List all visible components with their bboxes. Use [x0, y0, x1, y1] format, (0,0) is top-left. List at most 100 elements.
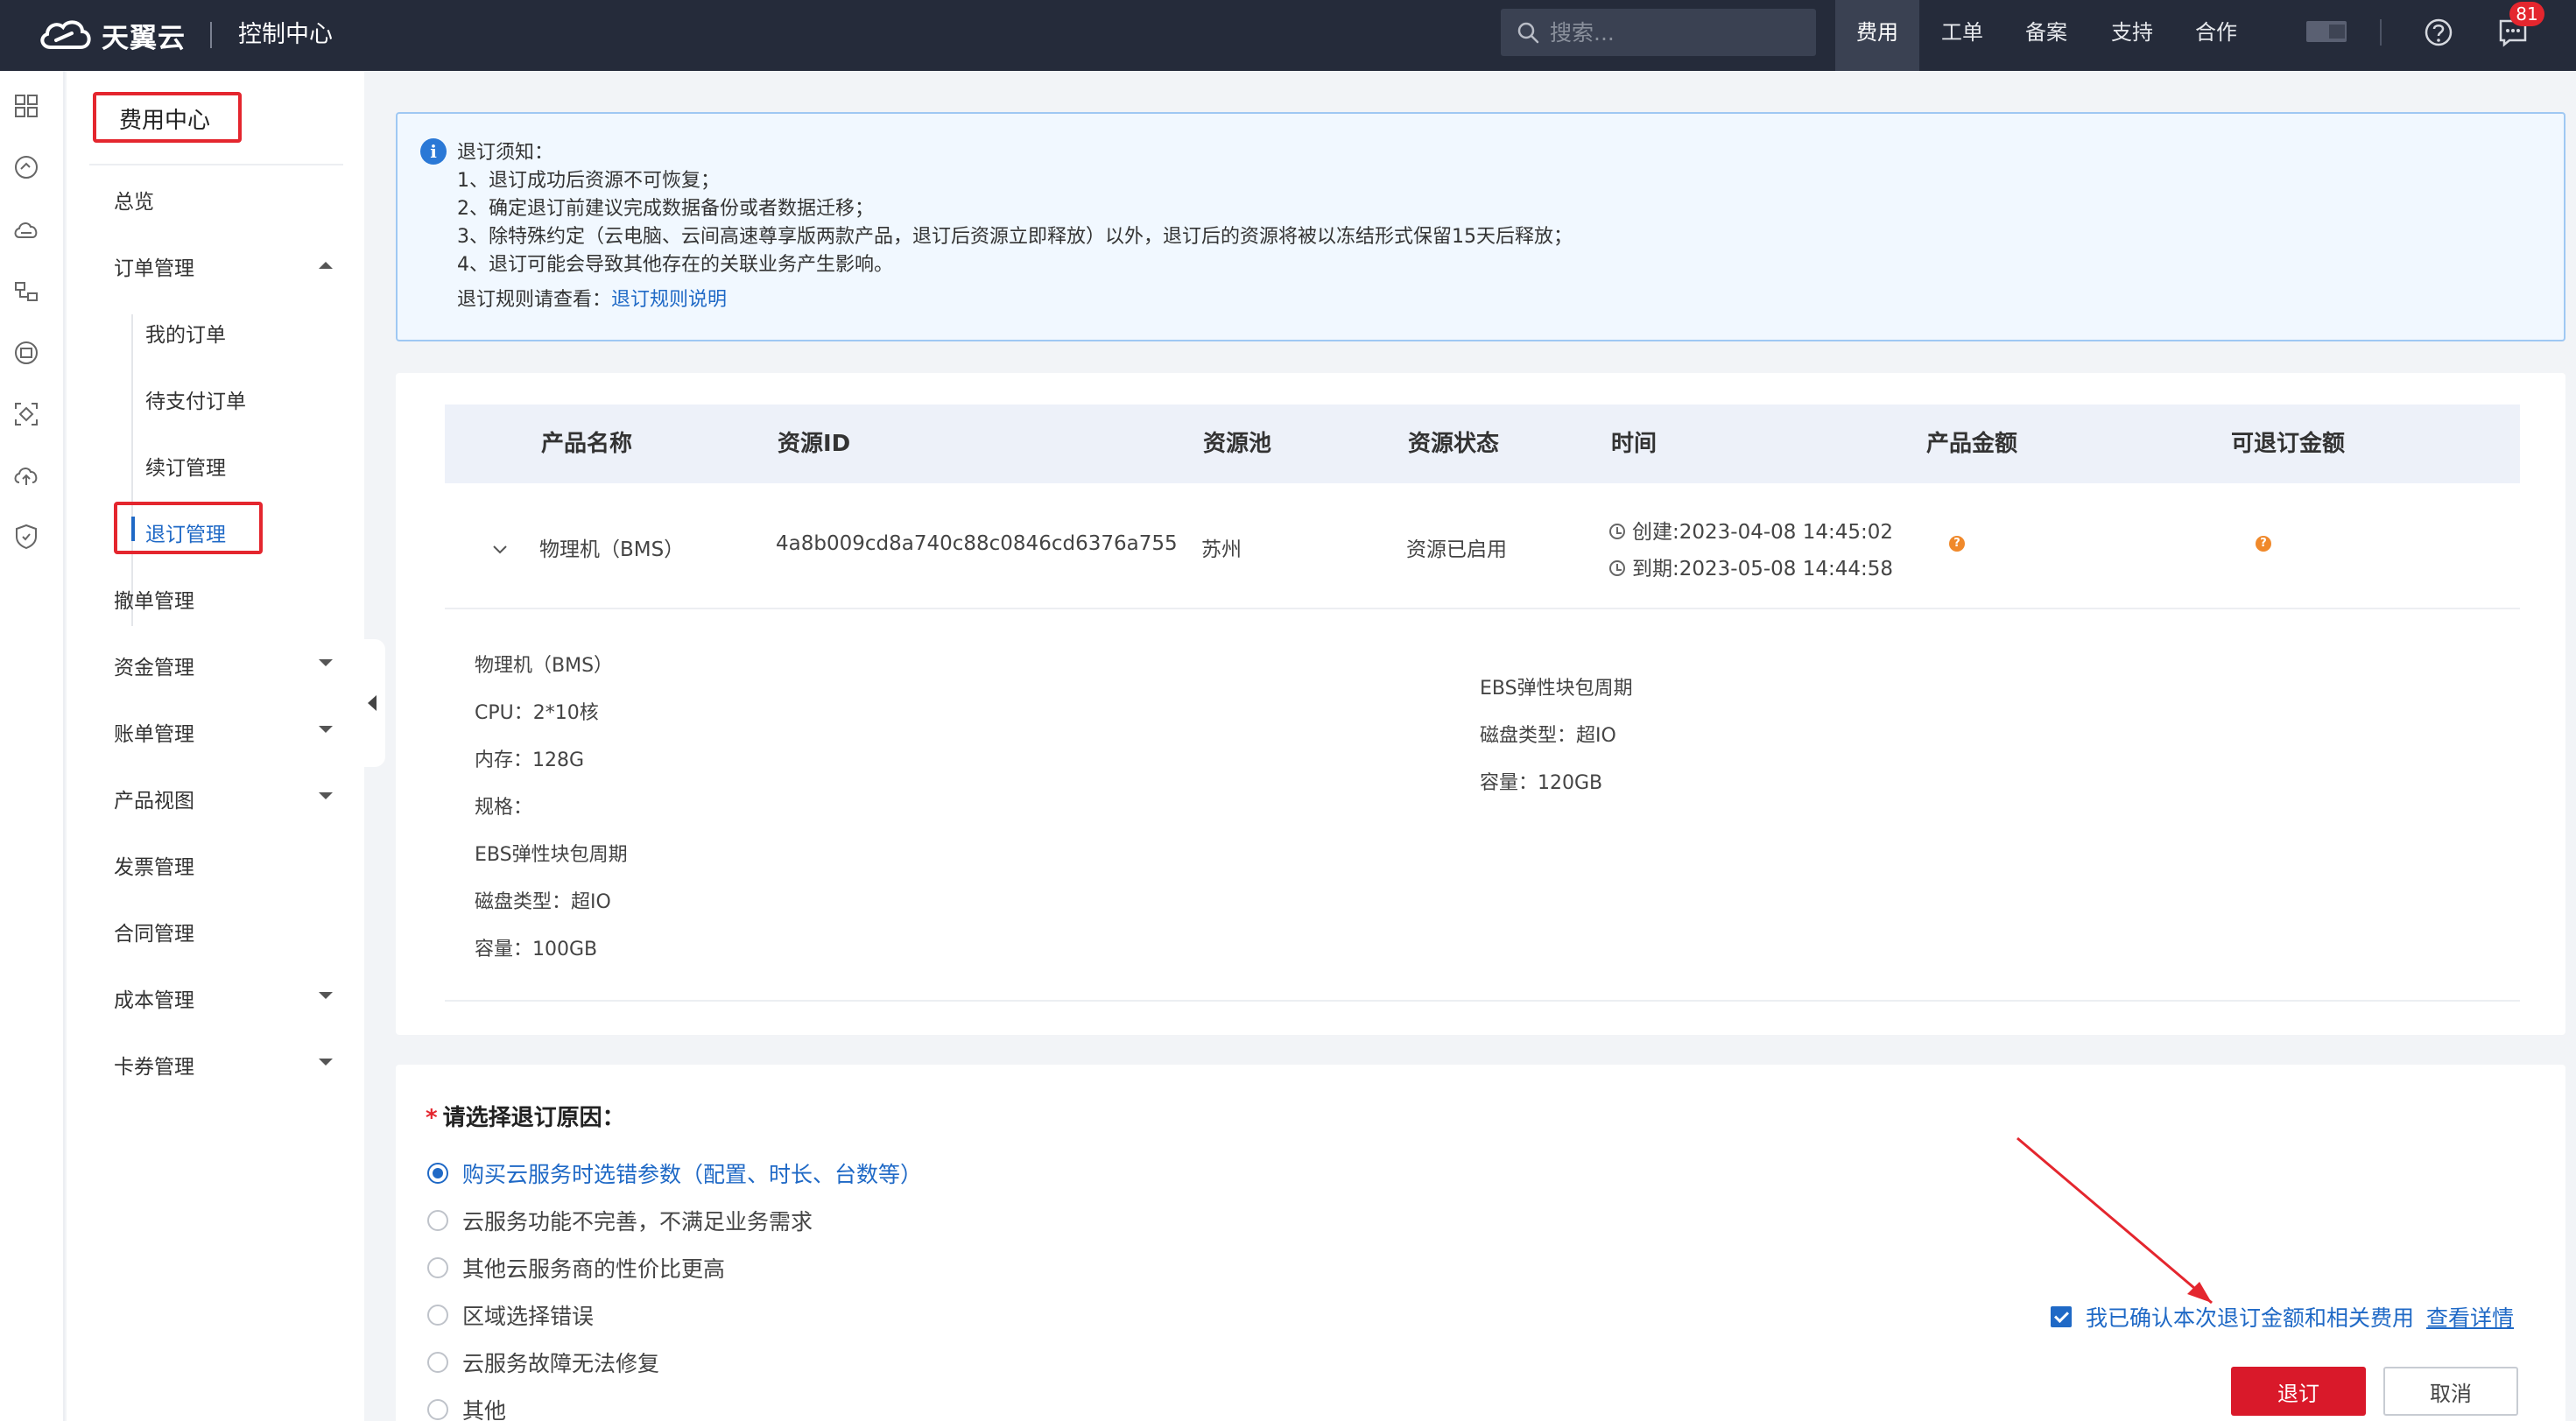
reason-option-label: 其他云服务商的性价比更高 — [462, 1256, 726, 1282]
column-header-product: 产品名称 — [541, 431, 633, 457]
search-input[interactable] — [1550, 19, 1795, 46]
chevron-down-icon[interactable] — [319, 992, 333, 999]
view-details-link[interactable]: 查看详情 — [2426, 1301, 2514, 1333]
cancel-button[interactable]: 取消 — [2383, 1367, 2518, 1416]
sidebar-item-overview[interactable]: 总览 — [114, 185, 154, 215]
sidebar-divider — [89, 164, 343, 165]
refundable-help-icon[interactable]: ? — [2256, 536, 2271, 552]
nav-tickets[interactable]: 工单 — [1923, 0, 2002, 71]
brand-logo[interactable]: 天翼云 — [37, 12, 212, 58]
submenu-guide-line — [131, 314, 133, 626]
reason-option[interactable]: 其他云服务商的性价比更高 — [427, 1252, 725, 1284]
confirm-text[interactable]: 我已确认本次退订金额和相关费用 — [2086, 1301, 2414, 1333]
row-divider — [445, 1000, 2520, 1002]
grid-icon[interactable] — [12, 92, 40, 120]
detail-item: 物理机（BMS） — [475, 655, 614, 677]
resource-table-panel: 产品名称 资源ID 资源池 资源状态 时间 产品金额 可退订金额 物理机（BMS… — [396, 373, 2565, 1035]
sidebar-item-orders[interactable]: 订单管理 — [114, 251, 194, 281]
global-search[interactable] — [1501, 9, 1816, 56]
cloud-storage-icon[interactable] — [12, 216, 40, 244]
radio-checked[interactable] — [427, 1163, 448, 1184]
network-icon[interactable] — [12, 278, 40, 306]
sidebar-item-funds[interactable]: 资金管理 — [114, 651, 194, 680]
sidebar-item-contracts[interactable]: 合同管理 — [114, 917, 194, 946]
scan-icon[interactable] — [12, 400, 40, 428]
nav-divider — [2380, 19, 2382, 46]
chevron-down-icon[interactable] — [319, 659, 333, 666]
detail-item: 磁盘类型：超IO — [475, 891, 611, 913]
sidebar-item-invoices[interactable]: 发票管理 — [114, 850, 194, 880]
user-avatar[interactable] — [2306, 21, 2347, 42]
active-indicator — [131, 517, 135, 541]
reason-option-label: 其他 — [462, 1398, 507, 1421]
unsubscribe-button[interactable]: 退订 — [2231, 1367, 2366, 1416]
radio[interactable] — [427, 1305, 448, 1326]
detail-item: 容量：100GB — [475, 939, 598, 960]
shield-icon[interactable] — [12, 523, 40, 551]
chevron-down-icon[interactable] — [319, 726, 333, 733]
sidebar-item-coupons[interactable]: 卡券管理 — [114, 1050, 194, 1080]
nav-partners[interactable]: 合作 — [2177, 0, 2256, 71]
nav-support[interactable]: 支持 — [2093, 0, 2171, 71]
nav-filing[interactable]: 备案 — [2007, 0, 2086, 71]
dashboard-icon[interactable] — [12, 153, 40, 181]
reason-option[interactable]: 云服务功能不完善，不满足业务需求 — [427, 1205, 813, 1236]
column-header-refundable: 可退订金额 — [2231, 431, 2346, 457]
notice-line: 3、除特殊约定（云电脑、云间高速尊享版两款产品，退订后资源立即释放）以外，退订后… — [457, 226, 1573, 248]
reason-option[interactable]: 其他 — [427, 1394, 506, 1421]
detail-item: EBS弹性块包周期 — [475, 844, 628, 866]
chevron-down-icon[interactable] — [490, 539, 510, 559]
cell-resource-id: 4a8b009cd8a740c88c0846cd6376a755 — [776, 532, 1178, 555]
notice-rules: 退订规则请查看：退订规则说明 — [457, 284, 727, 312]
sidebar-item-unsubscribe[interactable]: 退订管理 — [145, 517, 226, 547]
nav-fees[interactable]: 费用 — [1835, 0, 1919, 71]
notice-line: 4、退订可能会导致其他存在的关联业务产生影响。 — [457, 254, 893, 276]
brand-name: 天翼云 — [102, 22, 186, 54]
database-icon[interactable] — [12, 339, 40, 367]
reason-title-text: 请选择退订原因： — [442, 1105, 625, 1131]
reason-title: * 请选择退订原因： — [426, 1100, 625, 1132]
radio[interactable] — [427, 1352, 448, 1373]
chevron-down-icon[interactable] — [319, 1059, 333, 1066]
top-navigation-bar: 天翼云 控制中心 费用 工单 备案 支持 合作 81 — [0, 0, 2576, 71]
icon-rail — [0, 71, 65, 1421]
rules-prefix: 退订规则请查看： — [457, 289, 612, 311]
row-divider — [445, 608, 2520, 609]
column-header-status: 资源状态 — [1408, 431, 1500, 457]
sidebar-item-product-view[interactable]: 产品视图 — [114, 784, 194, 813]
sidebar-collapse-toggle[interactable] — [364, 639, 385, 767]
sidebar-item-cancel-orders[interactable]: 撤单管理 — [114, 584, 194, 614]
reason-option-label: 购买云服务时选错参数（配置、时长、台数等） — [462, 1162, 923, 1187]
message-count-badge: 81 — [2509, 2, 2544, 26]
amount-help-icon[interactable]: ? — [1949, 536, 1965, 552]
column-header-resource-id: 资源ID — [778, 431, 851, 457]
cell-created-time: 创建:2023-04-08 14:45:02 — [1609, 515, 1893, 545]
unsubscribe-notice: i 退订须知： 1、退订成功后资源不可恢复； 2、确定退订前建议完成数据备份或者… — [396, 112, 2565, 341]
radio[interactable] — [427, 1399, 448, 1420]
reason-option[interactable]: 购买云服务时选错参数（配置、时长、台数等） — [427, 1157, 922, 1189]
rules-link[interactable]: 退订规则说明 — [611, 289, 727, 311]
sidebar-item-costs[interactable]: 成本管理 — [114, 983, 194, 1013]
expire-time-text: 到期:2023-05-08 14:44:58 — [1632, 558, 1894, 580]
sidebar-title: 费用中心 — [119, 108, 211, 134]
chevron-up-icon[interactable] — [319, 262, 333, 269]
detail-item: EBS弹性块包周期 — [1480, 678, 1633, 700]
console-title[interactable]: 控制中心 — [238, 16, 333, 54]
cloud-upload-icon[interactable] — [12, 461, 40, 489]
sidebar-item-my-orders[interactable]: 我的订单 — [145, 318, 226, 348]
notice-line: 2、确定退订前建议完成数据备份或者数据迁移； — [457, 198, 874, 220]
cell-status: 资源已启用 — [1406, 538, 1507, 561]
help-icon[interactable] — [2424, 18, 2453, 47]
radio[interactable] — [427, 1257, 448, 1278]
confirm-checkbox[interactable] — [2051, 1306, 2072, 1327]
reason-option[interactable]: 区域选择错误 — [427, 1299, 594, 1331]
chevron-down-icon[interactable] — [319, 792, 333, 799]
radio[interactable] — [427, 1210, 448, 1231]
sidebar-item-renewals[interactable]: 续订管理 — [145, 451, 226, 481]
reason-option[interactable]: 云服务故障无法修复 — [427, 1347, 659, 1378]
cell-product: 物理机（BMS） — [539, 538, 685, 561]
notice-title: 退订须知： — [457, 142, 554, 164]
confirm-row: 我已确认本次退订金额和相关费用 查看详情 — [2051, 1301, 2514, 1333]
sidebar-item-bills[interactable]: 账单管理 — [114, 717, 194, 747]
sidebar-item-pending-orders[interactable]: 待支付订单 — [145, 384, 246, 414]
